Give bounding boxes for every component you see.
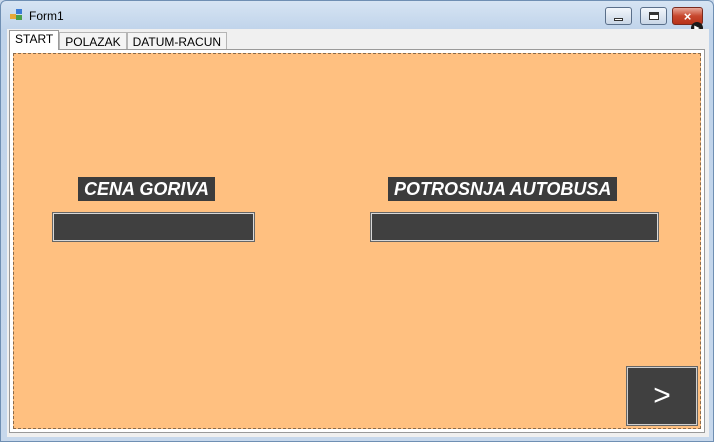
next-button[interactable]: > — [626, 366, 698, 426]
close-icon: × — [683, 8, 692, 24]
start-panel: CENA GORIVA POTROSNJA AUTOBUSA > — [13, 53, 701, 429]
fuel-price-label: CENA GORIVA — [78, 177, 216, 201]
tab-page-start: CENA GORIVA POTROSNJA AUTOBUSA > — [9, 49, 705, 433]
tab-datum-racun[interactable]: DATUM-RACUN — [126, 32, 228, 50]
tab-polazak[interactable]: POLAZAK — [59, 32, 127, 50]
bus-consumption-label: POTROSNJA AUTOBUSA — [388, 177, 618, 201]
form-client-area: START POLAZAK DATUM-RACUN CENA GORIVA PO… — [7, 29, 709, 437]
minimize-icon — [614, 17, 623, 21]
window-title: Form1 — [29, 9, 64, 23]
maximize-button[interactable] — [640, 7, 667, 25]
maximize-icon — [648, 12, 659, 20]
form-icon — [10, 9, 24, 21]
title-bar[interactable]: Form1 × — [1, 1, 713, 29]
minimize-button[interactable] — [605, 7, 632, 25]
tab-start[interactable]: START — [9, 30, 60, 50]
bus-consumption-input[interactable] — [370, 212, 659, 242]
app-window: Form1 × ▶ START POLAZAK DATUM-RACUN CENA… — [0, 0, 714, 442]
tab-strip: START POLAZAK DATUM-RACUN — [9, 30, 228, 50]
fuel-price-input[interactable] — [52, 212, 255, 242]
